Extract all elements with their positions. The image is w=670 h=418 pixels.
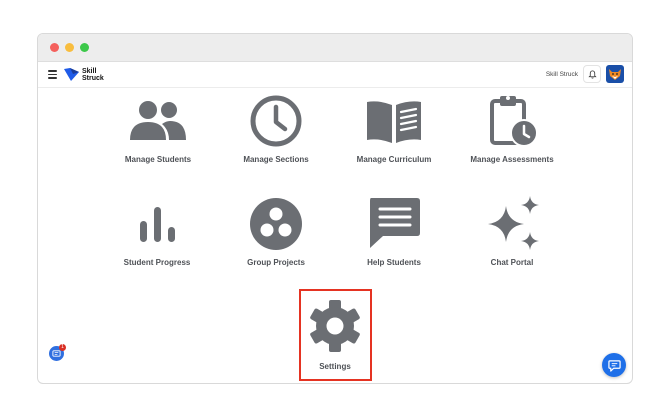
- sparkles-icon: [488, 196, 539, 250]
- close-window-button[interactable]: [50, 43, 59, 52]
- clock-icon: [250, 95, 302, 147]
- fox-avatar-icon: [609, 69, 621, 80]
- open-book-icon: [367, 101, 421, 143]
- app-header: Skill Struck Skill Struck: [38, 62, 632, 88]
- minimize-window-button[interactable]: [65, 43, 74, 52]
- chat-icon: [607, 359, 621, 372]
- tile-manage-curriculum[interactable]: [365, 100, 423, 144]
- gear-icon: [310, 300, 360, 352]
- people-icon: [130, 101, 186, 140]
- tile-label: Student Progress: [123, 258, 191, 267]
- logo-mark-icon: [64, 68, 79, 81]
- notifications-button[interactable]: [583, 65, 601, 83]
- hamburger-icon[interactable]: [48, 70, 57, 79]
- tile-label: Chat Portal: [490, 258, 534, 267]
- zoom-window-button[interactable]: [80, 43, 89, 52]
- clipboard-clock-icon: [490, 96, 538, 147]
- tile-label: Settings: [319, 362, 351, 371]
- chat-bubble-icon: [370, 198, 420, 248]
- tile-help-students[interactable]: [367, 196, 421, 250]
- tile-group-projects[interactable]: [249, 197, 303, 251]
- bar-chart-icon: [140, 207, 175, 242]
- tile-label: Manage Sections: [243, 155, 309, 164]
- title-bar: [38, 34, 632, 62]
- tile-manage-sections[interactable]: [249, 94, 303, 148]
- group-circle-icon: [250, 198, 302, 250]
- tile-label: Group Projects: [247, 258, 305, 267]
- bell-icon: [587, 69, 597, 79]
- tile-label: Manage Curriculum: [356, 155, 432, 164]
- logo-text-line2: Struck: [82, 74, 104, 82]
- tile-student-progress[interactable]: [138, 205, 178, 243]
- fox-avatar[interactable]: [606, 65, 624, 83]
- tile-manage-assessments[interactable]: [489, 93, 539, 149]
- tile-label: Manage Assessments: [470, 155, 554, 164]
- tile-label: Manage Students: [124, 155, 192, 164]
- logo-text-line1: Skill: [82, 67, 97, 75]
- skill-struck-logo[interactable]: Skill Struck: [64, 68, 104, 82]
- tile-chat-portal[interactable]: [486, 196, 542, 252]
- user-name[interactable]: Skill Struck: [546, 71, 578, 78]
- notification-count-badge: 1: [59, 344, 66, 351]
- tile-label: Help Students: [367, 258, 421, 267]
- tile-settings[interactable]: [308, 299, 362, 353]
- tile-manage-students[interactable]: [128, 100, 188, 142]
- chat-fab-button[interactable]: [602, 353, 626, 377]
